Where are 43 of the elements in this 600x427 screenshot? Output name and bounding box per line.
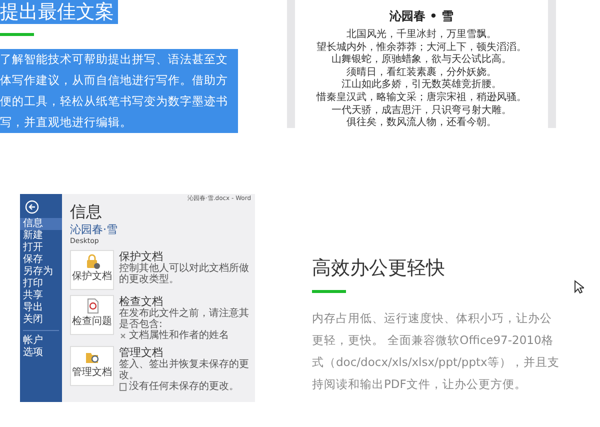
section-heading: 提出最佳文案 — [0, 0, 118, 24]
section-description: 在发布此文件之前，请注意其是否包含: — [119, 308, 250, 330]
feature-description: 了解智能技术可帮助提出拼写、语法甚至文体写作建议，从而自信地进行写作。借助方便的工具，轻松从纸笔书写变为数字墨迹书写，并直观地进行编辑。 — [0, 49, 238, 133]
page-icon — [119, 382, 127, 390]
bullet-icon — [119, 332, 127, 340]
poem-line: 须晴日，看红装素裹，分外妖娆。 — [346, 66, 498, 78]
sidebar-item[interactable]: 导出 — [20, 302, 62, 314]
bullet-text: 文档属性和作者的姓名 — [129, 330, 229, 341]
poem-line: 望长城内外，惟余莽莽；大河上下，顿失滔滔。 — [316, 42, 528, 54]
page-heading: 信息 — [70, 203, 103, 221]
sidebar-item[interactable]: 信息 — [20, 218, 62, 230]
mouse-cursor-icon — [574, 280, 584, 294]
sidebar-item[interactable]: 选项 — [20, 347, 62, 359]
section-title: 管理文档 — [119, 346, 163, 359]
section-description: 控制其他人可以对此文档所做的更改类型。 — [119, 263, 250, 285]
accent-bar — [312, 290, 346, 293]
document-name: 沁园春·雪 — [70, 223, 118, 237]
poem-line: 一代天骄，成吉思汗，只识弯弓射大雕。 — [330, 104, 512, 116]
section-heading: 高效办公更轻快 — [312, 256, 446, 280]
lock-icon — [84, 253, 100, 269]
section-title: 保护文档 — [119, 250, 164, 263]
tile-button[interactable]: 保护文档 — [70, 250, 114, 290]
sidebar-item[interactable]: 新建 — [20, 230, 62, 242]
poem-line: 山舞银蛇，原驰蜡象，欲与天公试比高。 — [330, 54, 512, 66]
sidebar-item[interactable]: 共享 — [20, 290, 62, 302]
poem-line: 俱往矣，数风流人物，还看今朝。 — [346, 117, 498, 130]
accent-bar — [0, 33, 34, 36]
sidebar-item[interactable]: 打印 — [20, 278, 62, 290]
sidebar-item[interactable]: 关闭 — [20, 314, 62, 326]
sidebar-item[interactable]: 打开 — [20, 242, 62, 254]
sidebar-item[interactable]: 帐户 — [20, 335, 62, 347]
poem-line: 北国风光，千里冰封，万里雪飘。 — [346, 29, 498, 42]
bullet-text: 没有任何未保存的更改。 — [129, 381, 239, 392]
section-title: 检查文档 — [119, 295, 163, 308]
poem-title: 沁园春 • 雪 — [388, 8, 455, 25]
sidebar-item[interactable]: 另存为 — [20, 266, 62, 278]
tile-button[interactable]: 管理文档 — [70, 346, 114, 386]
feature-description: 内存占用低、运行速度快、体积小巧，让办公更轻，更快。 全面兼容微软Office97-2010格式（doc/docx/xls/xlsx/ppt/pptx等），并且支持阅读和输出PDF文件，让办公更方便。 — [312, 310, 560, 393]
section-description: 签入、签出并恢复未保存的更改。 — [119, 359, 250, 381]
tile-button[interactable]: 检查问题 — [70, 295, 114, 335]
sidebar-item[interactable]: 保存 — [20, 254, 62, 266]
poem-line: 江山如此多娇，引无数英雄竞折腰。 — [340, 79, 502, 92]
poem-line: 惜秦皇汉武，略输文采；唐宗宋祖，稍逊风骚。 — [315, 92, 528, 104]
